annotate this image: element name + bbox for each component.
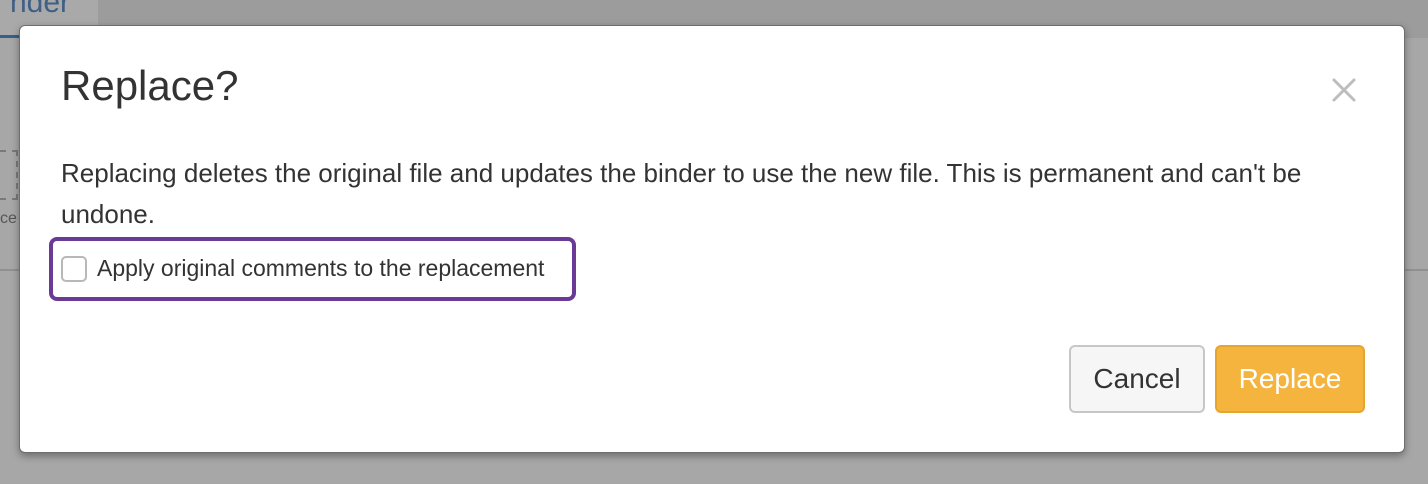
background-divider (1404, 269, 1428, 271)
replace-button[interactable]: Replace (1215, 345, 1365, 413)
dialog-title: Replace? (61, 62, 239, 109)
close-icon (1332, 78, 1356, 102)
apply-comments-option[interactable]: Apply original comments to the replaceme… (61, 255, 544, 282)
apply-comments-checkbox[interactable] (61, 255, 87, 282)
cancel-button[interactable]: Cancel (1069, 345, 1205, 413)
background-attach-label: ce (0, 210, 17, 227)
paperclip-icon (0, 150, 18, 200)
background-tab-label: nder (10, 0, 71, 19)
dialog-message: Replacing deletes the original file and … (61, 158, 1302, 229)
apply-comments-label[interactable]: Apply original comments to the replaceme… (97, 255, 544, 282)
close-button[interactable] (1326, 72, 1362, 108)
replace-dialog: Replace? Replacing deletes the original … (19, 25, 1405, 453)
